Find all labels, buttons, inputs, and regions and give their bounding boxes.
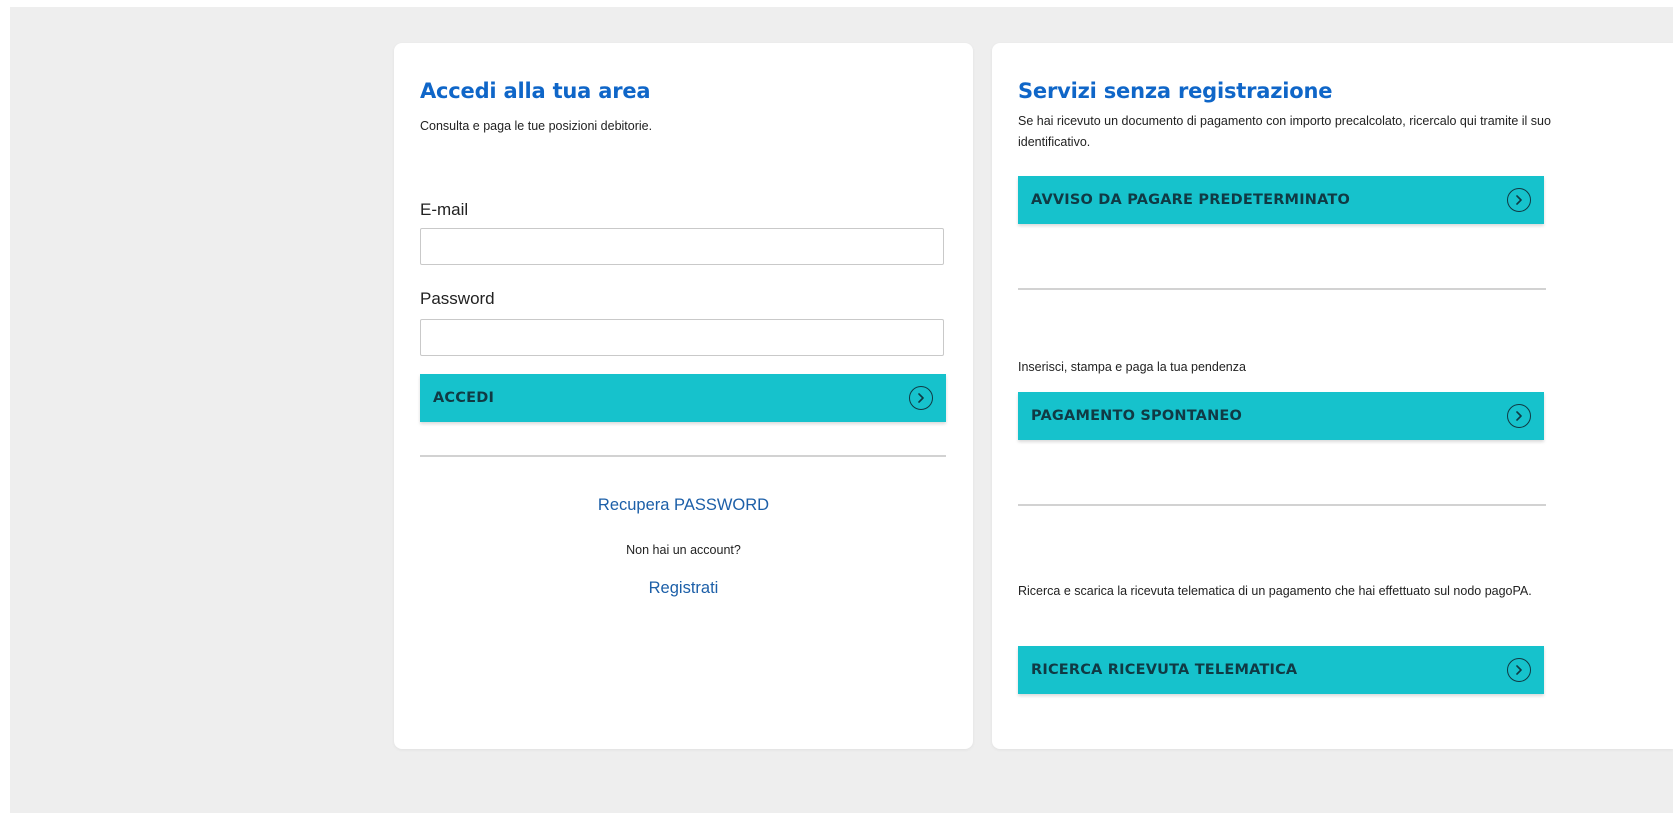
avviso-button[interactable]: AVVISO DA PAGARE PREDETERMINATO bbox=[1018, 176, 1544, 224]
password-field[interactable] bbox=[420, 319, 944, 356]
login-card: Accedi alla tua area Consulta e paga le … bbox=[394, 43, 973, 749]
spontaneo-text: Inserisci, stampa e paga la tua pendenza bbox=[1018, 360, 1246, 374]
login-divider bbox=[420, 455, 946, 457]
services-intro: Se hai ricevuto un documento di pagament… bbox=[1018, 114, 1551, 149]
recover-password-link[interactable]: Recupera PASSWORD bbox=[394, 496, 973, 515]
ricevuta-button-label: RICERCA RICEVUTA TELEMATICA bbox=[1031, 662, 1298, 678]
register-link[interactable]: Registrati bbox=[394, 579, 973, 598]
chevron-right-circle-icon bbox=[1507, 658, 1531, 682]
spontaneo-button[interactable]: PAGAMENTO SPONTANEO bbox=[1018, 392, 1544, 440]
login-button[interactable]: ACCEDI bbox=[420, 374, 946, 422]
login-title: Accedi alla tua area bbox=[420, 79, 651, 103]
email-label: E-mail bbox=[420, 200, 469, 219]
login-subtitle: Consulta e paga le tue posizioni debitor… bbox=[420, 119, 653, 133]
services-title: Servizi senza registrazione bbox=[1018, 79, 1333, 103]
services-divider-2 bbox=[1018, 504, 1546, 506]
no-account-text: Non hai un account? bbox=[626, 543, 741, 557]
password-label: Password bbox=[420, 289, 495, 308]
avviso-button-label: AVVISO DA PAGARE PREDETERMINATO bbox=[1031, 192, 1351, 208]
chevron-right-circle-icon bbox=[1507, 404, 1531, 428]
services-card: Servizi senza registrazione Se hai ricev… bbox=[992, 43, 1673, 749]
login-button-label: ACCEDI bbox=[433, 390, 495, 406]
email-field[interactable] bbox=[420, 228, 944, 265]
ricevuta-button[interactable]: RICERCA RICEVUTA TELEMATICA bbox=[1018, 646, 1544, 694]
chevron-right-circle-icon bbox=[1507, 188, 1531, 212]
spontaneo-button-label: PAGAMENTO SPONTANEO bbox=[1031, 408, 1243, 424]
chevron-right-circle-icon bbox=[909, 386, 933, 410]
ricevuta-text: Ricerca e scarica la ricevuta telematica… bbox=[1018, 584, 1532, 598]
services-divider-1 bbox=[1018, 288, 1546, 290]
